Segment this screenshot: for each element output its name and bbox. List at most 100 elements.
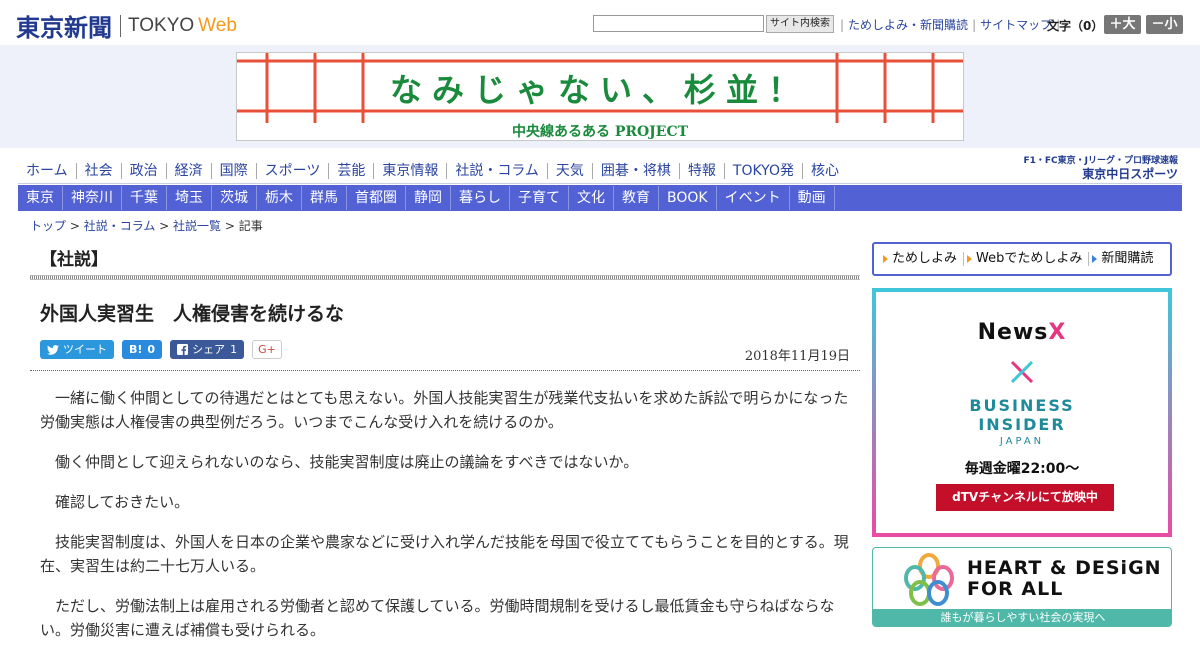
hatena-count: 0 (147, 343, 156, 356)
banner-subtitle: 中央線あるある PROJECT (511, 124, 689, 140)
logo-tokyo: TOKYO (128, 14, 195, 36)
nav-politics[interactable]: 政治 (122, 163, 167, 179)
site-header: 東京新聞 TOKYO Web サイト内検索 | ためしよみ・新聞購読 | サイトマップ… (0, 0, 1200, 45)
nav-tokyo-info[interactable]: 東京情報 (374, 163, 448, 179)
nav-region-gunma[interactable]: 群馬 (302, 186, 347, 210)
trial-read-link[interactable]: ためしよみ (880, 252, 965, 266)
nav-entertainment[interactable]: 芸能 (329, 163, 375, 179)
nav-sports[interactable]: スポーツ (257, 163, 330, 179)
nav-book[interactable]: BOOK (659, 186, 717, 210)
site-search-button[interactable]: サイト内検索 (766, 15, 834, 33)
article-paragraph: 技能実習制度は、外国人を日本の企業や農家などに受け入れ学んだ技能を母国で役立てて… (40, 533, 849, 575)
breadcrumb-top[interactable]: トップ (30, 219, 66, 233)
share-buttons: ツイート B! 0 シェア 1 G+ (40, 340, 282, 360)
site-logo[interactable]: 東京新聞 TOKYO Web (16, 8, 237, 43)
font-decrease-button[interactable]: －小 (1146, 15, 1183, 34)
tweet-button[interactable]: ツイート (40, 340, 114, 359)
article-paragraph: 働く仲間として迎えられないのなら、技能実習制度は廃止の議論をすべきではないか。 (55, 453, 639, 471)
header-links: | ためしよみ・新聞購読 | サイトマップ | (836, 16, 1064, 33)
article-date: 2018年11月19日 (744, 349, 850, 364)
nav-core[interactable]: 核心 (803, 163, 847, 179)
trial-subscribe-link[interactable]: ためしよみ・新聞購読 (848, 18, 968, 32)
triangle-bullet-icon (883, 255, 888, 263)
heart-design-title: HEART & DESiGN FOR ALL (967, 558, 1162, 600)
chunichi-sports-logo[interactable]: F1・FC東京・Jリーグ・プロ野球速報 東京中日スポーツ (1020, 153, 1180, 181)
subscribe-link[interactable]: 新聞購読 (1089, 252, 1159, 266)
business-insider-logo: BUSINESS INSIDER (876, 396, 1168, 434)
breadcrumb-editorial-list[interactable]: 社説一覧 (173, 219, 221, 233)
nav-region-chiba[interactable]: 千葉 (122, 186, 167, 210)
breadcrumb-sep: > (66, 219, 84, 233)
secondary-nav: 東京 神奈川 千葉 埼玉 茨城 栃木 群馬 首都圏 静岡 暮らし 子育て 文化 … (18, 185, 1182, 211)
nav-special-report[interactable]: 特報 (680, 163, 725, 179)
hatena-bookmark-button[interactable]: B! 0 (122, 340, 163, 359)
facebook-share-label: シェア (192, 343, 226, 356)
nav-region-shutoken[interactable]: 首都圏 (347, 186, 406, 210)
triangle-bullet-icon (967, 255, 973, 263)
article-title: 外国人実習生 人権侵害を続けるな (40, 303, 345, 325)
banner-ad[interactable]: なみじゃない、杉並！ 中央線あるある PROJECT (236, 52, 964, 141)
font-increase-button[interactable]: ＋大 (1104, 15, 1141, 34)
logo-name: 東京新聞 (16, 13, 112, 42)
heart-design-line2: FOR ALL (967, 578, 1064, 600)
nav-culture[interactable]: 文化 (569, 186, 614, 210)
nav-tokyo-hatsu[interactable]: TOKYO発 (725, 163, 803, 179)
nav-region-kanagawa[interactable]: 神奈川 (63, 186, 122, 210)
nav-parenting[interactable]: 子育て (510, 186, 569, 210)
site-search-input[interactable] (593, 15, 764, 32)
newsx-ad[interactable]: NewsX BUSINESS INSIDER JAPAN 毎週金曜22:00〜 … (872, 288, 1172, 537)
nav-editorial-column[interactable]: 社説・コラム (447, 163, 548, 179)
nav-living[interactable]: 暮らし (451, 186, 510, 210)
sitemap-link[interactable]: サイトマップ (980, 18, 1052, 32)
sports-logo-name: 東京中日スポーツ (1082, 167, 1178, 181)
facebook-count: 1 (230, 343, 238, 356)
nav-weather[interactable]: 天気 (548, 163, 593, 179)
tweet-label: ツイート (63, 343, 107, 356)
nav-international[interactable]: 国際 (212, 163, 257, 179)
nav-society[interactable]: 社会 (77, 163, 122, 179)
font-size-label: 文字（0） (1047, 19, 1104, 33)
broadcast-time: 毎週金曜22:00〜 (964, 461, 1080, 477)
article-paragraph: ただし、労働法制上は雇用される労働者と認めて保護している。労働時間規制を受けるし… (40, 597, 835, 639)
nav-region-tokyo[interactable]: 東京 (18, 186, 63, 210)
google-plus-button[interactable]: G+ (252, 340, 282, 359)
triangle-bullet-icon (1092, 255, 1098, 263)
article-rule (30, 370, 860, 371)
nav-economy[interactable]: 経済 (167, 163, 212, 179)
facebook-share-button[interactable]: シェア 1 (170, 340, 245, 359)
nav-region-ibaraki[interactable]: 茨城 (212, 186, 257, 210)
primary-nav-divider (18, 183, 1182, 184)
nav-go-shogi[interactable]: 囲碁・将棋 (593, 163, 680, 179)
breadcrumb-sep: > (221, 219, 239, 233)
breadcrumb-current: 記事 (238, 219, 263, 233)
heart-design-line1: HEART & DESiGN (967, 557, 1162, 579)
nav-education[interactable]: 教育 (614, 186, 659, 210)
nav-home[interactable]: ホーム (18, 163, 77, 179)
web-trial-read-link[interactable]: Webでためしよみ (964, 251, 1090, 266)
nav-region-saitama[interactable]: 埼玉 (167, 186, 212, 210)
heart-design-tagline: 誰もが暮らしやすい社会の実現へ (873, 609, 1171, 626)
banner-title: なみじゃない、杉並！ (389, 71, 810, 109)
bi-line1: BUSINESS (969, 396, 1075, 415)
facebook-icon (177, 344, 189, 355)
newsx-news: News (977, 320, 1049, 345)
link-divider: | (840, 18, 845, 32)
bi-japan: JAPAN (999, 436, 1045, 447)
heart-design-ad[interactable]: HEART & DESiGN FOR ALL 誰もが暮らしやすい社会の実現へ (872, 547, 1172, 627)
nav-region-tochigi[interactable]: 栃木 (257, 186, 302, 210)
article-body: 一緒に働く仲間としての待遇だとはとても思えない。外国人技能実習生が残業代支払いを… (40, 386, 850, 658)
dtv-channel-badge: dTVチャンネルにて放映中 (936, 484, 1114, 511)
nav-video[interactable]: 動画 (790, 186, 835, 210)
nav-region-shizuoka[interactable]: 静岡 (406, 186, 451, 210)
web-trial-read-label: Webでためしよみ (976, 251, 1083, 266)
article-paragraph: 一緒に働く仲間としての待遇だとはとても思えない。外国人技能実習生が残業代支払いを… (40, 389, 849, 431)
link-divider: | (972, 18, 977, 32)
bi-line2: INSIDER (978, 415, 1066, 434)
nav-events[interactable]: イベント (717, 186, 790, 210)
twitter-icon (47, 344, 59, 355)
newsx-logo: NewsX (876, 320, 1168, 345)
subscription-nav: ためしよみ Webでためしよみ 新聞購読 (872, 242, 1172, 276)
newsx-x: X (1048, 320, 1067, 345)
breadcrumb-editorial-column[interactable]: 社説・コラム (84, 219, 156, 233)
hatena-b-icon: B! (129, 343, 143, 356)
